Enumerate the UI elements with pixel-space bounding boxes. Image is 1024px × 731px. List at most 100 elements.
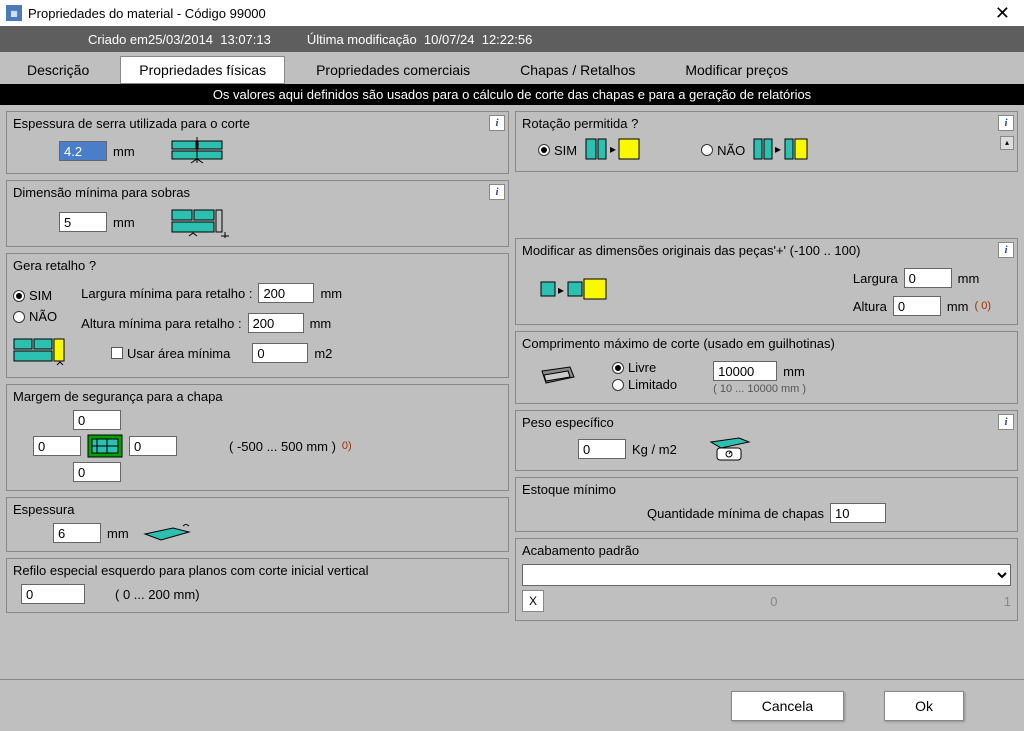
group-modify-dims: Modificar as dimensões originais das peç… — [515, 238, 1018, 325]
scrap-yes-radio[interactable]: SIM — [13, 288, 57, 303]
rotation-allowed-icon: ▸ — [585, 137, 641, 163]
refilo-hint: ( 0 ... 200 mm) — [115, 587, 200, 602]
mindim-title: Dimensão mínima para sobras — [13, 185, 502, 200]
group-safety-margin: Margem de segurança para a chapa ( -500 … — [6, 384, 509, 491]
moddim-title: Modificar as dimensões originais das peç… — [522, 243, 1011, 258]
finish-one: 1 — [1004, 594, 1011, 609]
modified-label: Última modificação 10/07/24 12:22:56 — [307, 32, 532, 47]
thick-title: Espessura — [13, 502, 502, 517]
saw-title: Espessura de serra utilizada para o cort… — [13, 116, 502, 131]
weight-title: Peso específico — [522, 415, 1011, 430]
tab-chapas-retalhos[interactable]: Chapas / Retalhos — [501, 56, 654, 84]
group-thickness: Espessura mm — [6, 497, 509, 552]
thickness-icon — [143, 524, 191, 542]
moddim-w-input[interactable] — [904, 268, 952, 288]
margin-right-input[interactable] — [129, 436, 177, 456]
titlebar: ▦ Propriedades do material - Código 9900… — [0, 0, 1024, 26]
info-icon[interactable]: i — [998, 414, 1014, 430]
group-default-finish: Acabamento padrão X 0 1 — [515, 538, 1018, 621]
guillotine-icon — [540, 365, 576, 387]
moddim-h-input[interactable] — [893, 296, 941, 316]
cancel-button[interactable]: Cancela — [731, 691, 844, 721]
refilo-title: Refilo especial esquerdo para planos com… — [13, 563, 502, 578]
scrap-height-input[interactable] — [248, 313, 304, 333]
margin-hint2: 0) — [342, 440, 352, 452]
scroll-up-icon[interactable]: ▴ — [1000, 136, 1014, 150]
app-icon: ▦ — [6, 5, 22, 21]
scrap-height-label: Altura mínima para retalho : — [81, 316, 241, 331]
tab-propriedades-comerciais[interactable]: Propriedades comerciais — [297, 56, 489, 84]
rot-no-radio[interactable]: NÃO — [701, 143, 745, 158]
group-generate-scrap: Gera retalho ? SIM NÃO Largura mínima pa… — [6, 253, 509, 378]
finish-title: Acabamento padrão — [522, 543, 1011, 558]
maxcut-free-radio[interactable]: Livre — [612, 360, 677, 375]
mindim-input[interactable] — [59, 212, 107, 232]
left-column: Espessura de serra utilizada para o cort… — [6, 111, 509, 647]
info-icon[interactable]: i — [998, 242, 1014, 258]
tabbar: Descrição Propriedades físicas Proprieda… — [0, 52, 1024, 84]
margin-icon — [87, 434, 123, 458]
margin-hint1: ( -500 ... 500 mm ) — [229, 439, 336, 454]
saw-cut-icon — [171, 137, 225, 165]
ok-button[interactable]: Ok — [884, 691, 964, 721]
finish-x-button[interactable]: X — [522, 590, 544, 612]
metabar: Criado em25/03/2014 13:07:13 Última modi… — [0, 26, 1024, 52]
scrap-no-radio[interactable]: NÃO — [13, 309, 57, 324]
finish-zero: 0 — [550, 594, 998, 609]
mindim-unit: mm — [113, 215, 135, 230]
footer: Cancela Ok — [0, 679, 1024, 731]
scrap-width-label: Largura mínima para retalho : — [81, 286, 252, 301]
finish-combo[interactable] — [522, 564, 1011, 586]
info-banner: Os valores aqui definidos são usados par… — [0, 84, 1024, 105]
maxcut-limited-radio[interactable]: Limitado — [612, 377, 677, 392]
created-label: Criado em25/03/2014 13:07:13 — [88, 32, 271, 47]
min-area-input[interactable] — [252, 343, 308, 363]
weight-input[interactable] — [578, 439, 626, 459]
group-weight: Peso específico i Kg / m2 — [515, 410, 1018, 471]
maxcut-title: Comprimento máximo de corte (usado em gu… — [522, 336, 1011, 351]
thick-input[interactable] — [53, 523, 101, 543]
svg-text:▸: ▸ — [775, 142, 781, 156]
leftover-icon — [171, 206, 233, 238]
info-icon[interactable]: i — [998, 115, 1014, 131]
tab-propriedades-fisicas[interactable]: Propriedades físicas — [120, 56, 285, 84]
margin-title: Margem de segurança para a chapa — [13, 389, 502, 404]
group-saw-thickness: Espessura de serra utilizada para o cort… — [6, 111, 509, 174]
moddim-w-label: Largura — [853, 271, 898, 286]
rot-title: Rotação permitida ? — [522, 116, 1011, 131]
saw-unit: mm — [113, 144, 135, 159]
moddim-h-hint: ( 0) — [975, 300, 992, 312]
rot-yes-radio[interactable]: SIM — [538, 143, 577, 158]
margin-bottom-input[interactable] — [73, 462, 121, 482]
stock-title: Estoque mínimo — [522, 482, 1011, 497]
stock-input[interactable] — [830, 503, 886, 523]
tab-descricao[interactable]: Descrição — [8, 56, 108, 84]
info-icon[interactable]: i — [489, 184, 505, 200]
modify-dims-icon: ▸ — [540, 278, 610, 302]
info-icon[interactable]: i — [489, 115, 505, 131]
moddim-h-label: Altura — [853, 299, 887, 314]
group-min-leftover: Dimensão mínima para sobras i mm — [6, 180, 509, 247]
scale-icon — [709, 436, 753, 462]
rotation-blocked-icon: ▸ — [753, 137, 809, 163]
window-title: Propriedades do material - Código 99000 — [28, 6, 987, 21]
refilo-input[interactable] — [21, 584, 85, 604]
saw-input[interactable] — [59, 141, 107, 161]
maxcut-hint: ( 10 ... 10000 mm ) — [713, 383, 806, 395]
use-min-area-checkbox[interactable]: Usar área mínima — [111, 346, 230, 361]
scrap-width-input[interactable] — [258, 283, 314, 303]
group-rotation: Rotação permitida ? i SIM ▸ NÃO ▸ — [515, 111, 1018, 172]
margin-left-input[interactable] — [33, 436, 81, 456]
stock-label: Quantidade mínima de chapas — [647, 506, 824, 521]
content: Espessura de serra utilizada para o cort… — [0, 105, 1024, 653]
close-icon[interactable]: ✕ — [987, 3, 1018, 24]
group-max-cut: Comprimento máximo de corte (usado em gu… — [515, 331, 1018, 404]
scrap-icon — [13, 337, 69, 369]
tab-modificar-precos[interactable]: Modificar preços — [666, 56, 807, 84]
maxcut-input[interactable] — [713, 361, 777, 381]
svg-text:▸: ▸ — [558, 283, 564, 297]
scrap-title: Gera retalho ? — [13, 258, 502, 273]
margin-top-input[interactable] — [73, 410, 121, 430]
svg-text:▸: ▸ — [610, 142, 616, 156]
group-left-trim: Refilo especial esquerdo para planos com… — [6, 558, 509, 613]
